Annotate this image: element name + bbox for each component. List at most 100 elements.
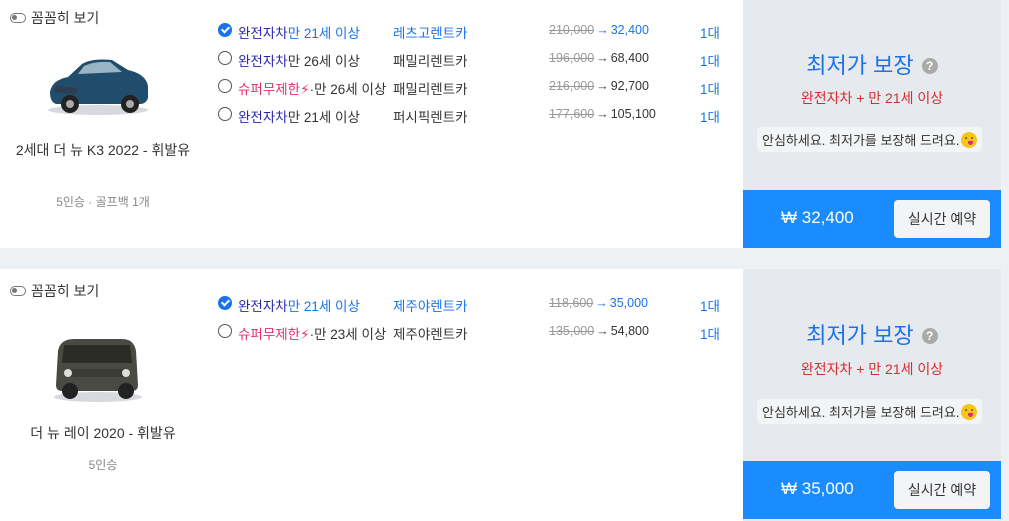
guarantee-note-text: 안심하세요. 최저가를 보장해 드려요.	[762, 133, 960, 148]
original-price: 118,600	[549, 296, 594, 310]
price-bar: ₩ 32,400 실시간 예약	[743, 190, 1001, 248]
final-price: 105,100	[610, 107, 656, 121]
rental-option-row[interactable]: 완전자차만 21세 이상 레츠고렌트카 210,000 → 32,400 1대	[216, 19, 726, 41]
guarantee-note-text: 안심하세요. 최저가를 보장해 드려요.	[762, 405, 960, 420]
detail-toggle[interactable]: 꼼꼼히 보기	[10, 281, 99, 301]
company-name: 패밀리렌트카	[393, 54, 468, 69]
option-condition: 완전자차만 26세 이상	[238, 50, 360, 70]
age-condition: 만 21세 이상	[287, 110, 360, 125]
car-info: 꼼꼼히 보기 2세대 더 뉴 K3 2022 - 휘발유 5인승 · 골프백 1…	[0, 0, 212, 248]
insurance-type: 완전자차	[238, 26, 288, 41]
option-condition: 완전자차만 21세 이상	[238, 295, 360, 315]
rental-option-row[interactable]: 완전자차만 21세 이상 제주야렌트카 118,600 → 35,000 1대	[216, 292, 726, 314]
final-price: 68,400	[610, 51, 649, 65]
car-info: 꼼꼼히 보기 더 뉴 레이 2020 - 휘발유 5인승	[0, 269, 212, 521]
total-price: ₩ 32,400	[781, 208, 854, 227]
radio-icon[interactable]	[218, 51, 232, 65]
price-info: 196,000 → 68,400	[549, 51, 649, 65]
insurance-type: 슈퍼무제한	[238, 82, 301, 97]
car-card: 꼼꼼히 보기 더 뉴 레이 2020 - 휘발유 5인승 완전자차만 21세 이…	[0, 269, 1001, 521]
age-condition: 만 21세 이상	[287, 299, 360, 314]
price-info: 210,000 → 32,400	[549, 23, 649, 37]
lowest-price-title: 최저가 보장 ?	[743, 318, 1001, 350]
car-card: 꼼꼼히 보기 2세대 더 뉴 K3 2022 - 휘발유 5인승 · 골프백 1…	[0, 0, 1001, 248]
lowest-price-title-text: 최저가 보장	[806, 53, 914, 78]
car-name: 더 뉴 레이 2020 - 휘발유	[30, 425, 176, 441]
original-price: 196,000	[549, 51, 595, 65]
radio-checked-icon[interactable]	[218, 296, 232, 310]
emoji-icon	[961, 132, 978, 148]
option-condition: 완전자차만 21세 이상	[238, 106, 360, 126]
option-condition: 완전자차만 21세 이상	[238, 22, 360, 42]
rental-option-row[interactable]: 슈퍼무제한⚡·만 26세 이상 패밀리렌트카 216,000 → 92,700 1대	[216, 75, 726, 97]
lowest-price-condition: 완전자차 + 만 21세 이상	[800, 90, 944, 106]
price-bar: ₩ 35,000 실시간 예약	[743, 461, 1001, 519]
help-icon[interactable]: ?	[921, 58, 938, 74]
quantity: 1대	[700, 110, 720, 125]
lightning-icon: ⚡	[300, 327, 310, 342]
radio-checked-icon[interactable]	[218, 23, 232, 37]
radio-icon[interactable]	[218, 324, 232, 338]
price-info: 216,000 → 92,700	[549, 79, 649, 93]
company-name: 패밀리렌트카	[393, 82, 468, 97]
arrow-right-icon: →	[596, 107, 609, 121]
reserve-button[interactable]: 실시간 예약	[894, 471, 990, 509]
guarantee-note: 안심하세요. 최저가를 보장해 드려요.	[757, 399, 983, 424]
toggle-switch-icon[interactable]	[10, 13, 26, 23]
option-condition: 슈퍼무제한⚡·만 26세 이상	[238, 78, 386, 98]
lowest-price-condition: 완전자차 + 만 21세 이상	[800, 361, 944, 377]
rental-option-row[interactable]: 슈퍼무제한⚡·만 23세 이상 제주야렌트카 135,000 → 54,800 1대	[216, 320, 726, 342]
quantity: 1대	[700, 299, 720, 314]
arrow-right-icon: →	[596, 51, 609, 65]
company-name: 레츠고렌트카	[393, 26, 468, 41]
toggle-label: 꼼꼼히 보기	[31, 283, 100, 299]
arrow-right-icon: →	[595, 296, 608, 310]
car-spec: 5인승 · 골프백 1개	[56, 195, 150, 209]
price-info: 135,000 → 54,800	[549, 324, 649, 338]
rental-option-row[interactable]: 완전자차만 26세 이상 패밀리렌트카 196,000 → 68,400 1대	[216, 47, 726, 69]
quantity: 1대	[700, 26, 720, 41]
lowest-price-panel: 최저가 보장 ? 완전자차 + 만 21세 이상 안심하세요. 최저가를 보장해…	[743, 0, 1001, 248]
option-condition: 슈퍼무제한⚡·만 23세 이상	[238, 323, 386, 343]
age-condition: ·만 26세 이상	[309, 82, 387, 97]
company-name: 제주야렌트카	[393, 327, 468, 342]
original-price: 135,000	[549, 324, 595, 338]
help-icon[interactable]: ?	[921, 328, 938, 344]
lowest-price-title-text: 최저가 보장	[806, 323, 914, 348]
insurance-type: 완전자차	[238, 54, 288, 69]
radio-icon[interactable]	[218, 79, 232, 93]
lightning-icon: ⚡	[300, 82, 310, 97]
final-price: 35,000	[609, 296, 648, 310]
price-info: 177,600 → 105,100	[549, 107, 656, 121]
quantity: 1대	[700, 54, 720, 69]
reserve-button[interactable]: 실시간 예약	[894, 200, 990, 238]
age-condition: 만 26세 이상	[287, 54, 360, 69]
lowest-price-title: 최저가 보장 ?	[743, 48, 1001, 80]
lowest-price-panel: 최저가 보장 ? 완전자차 + 만 21세 이상 안심하세요. 최저가를 보장해…	[743, 269, 1001, 521]
car-name: 2세대 더 뉴 K3 2022 - 휘발유	[15, 142, 191, 158]
price-info: 118,600 → 35,000	[549, 296, 648, 310]
final-price: 32,400	[610, 23, 649, 37]
arrow-right-icon: →	[596, 79, 609, 93]
guarantee-note: 안심하세요. 최저가를 보장해 드려요.	[757, 127, 983, 152]
age-condition: 만 21세 이상	[287, 26, 360, 41]
original-price: 210,000	[549, 23, 595, 37]
arrow-right-icon: →	[596, 23, 609, 37]
final-price: 54,800	[610, 324, 649, 338]
company-name: 제주야렌트카	[393, 299, 468, 314]
toggle-switch-icon[interactable]	[10, 286, 26, 296]
radio-icon[interactable]	[218, 107, 232, 121]
emoji-icon	[961, 404, 978, 420]
total-price: ₩ 35,000	[781, 479, 854, 498]
rental-option-row[interactable]: 완전자차만 21세 이상 퍼시픽렌트카 177,600 → 105,100 1대	[216, 103, 726, 125]
detail-toggle[interactable]: 꼼꼼히 보기	[10, 8, 99, 28]
quantity: 1대	[700, 82, 720, 97]
quantity: 1대	[700, 327, 720, 342]
final-price: 92,700	[610, 79, 649, 93]
original-price: 177,600	[549, 107, 595, 121]
toggle-label: 꼼꼼히 보기	[31, 10, 100, 26]
car-spec: 5인승	[88, 458, 118, 472]
insurance-type: 슈퍼무제한	[238, 327, 301, 342]
original-price: 216,000	[549, 79, 595, 93]
insurance-type: 완전자차	[238, 299, 288, 314]
